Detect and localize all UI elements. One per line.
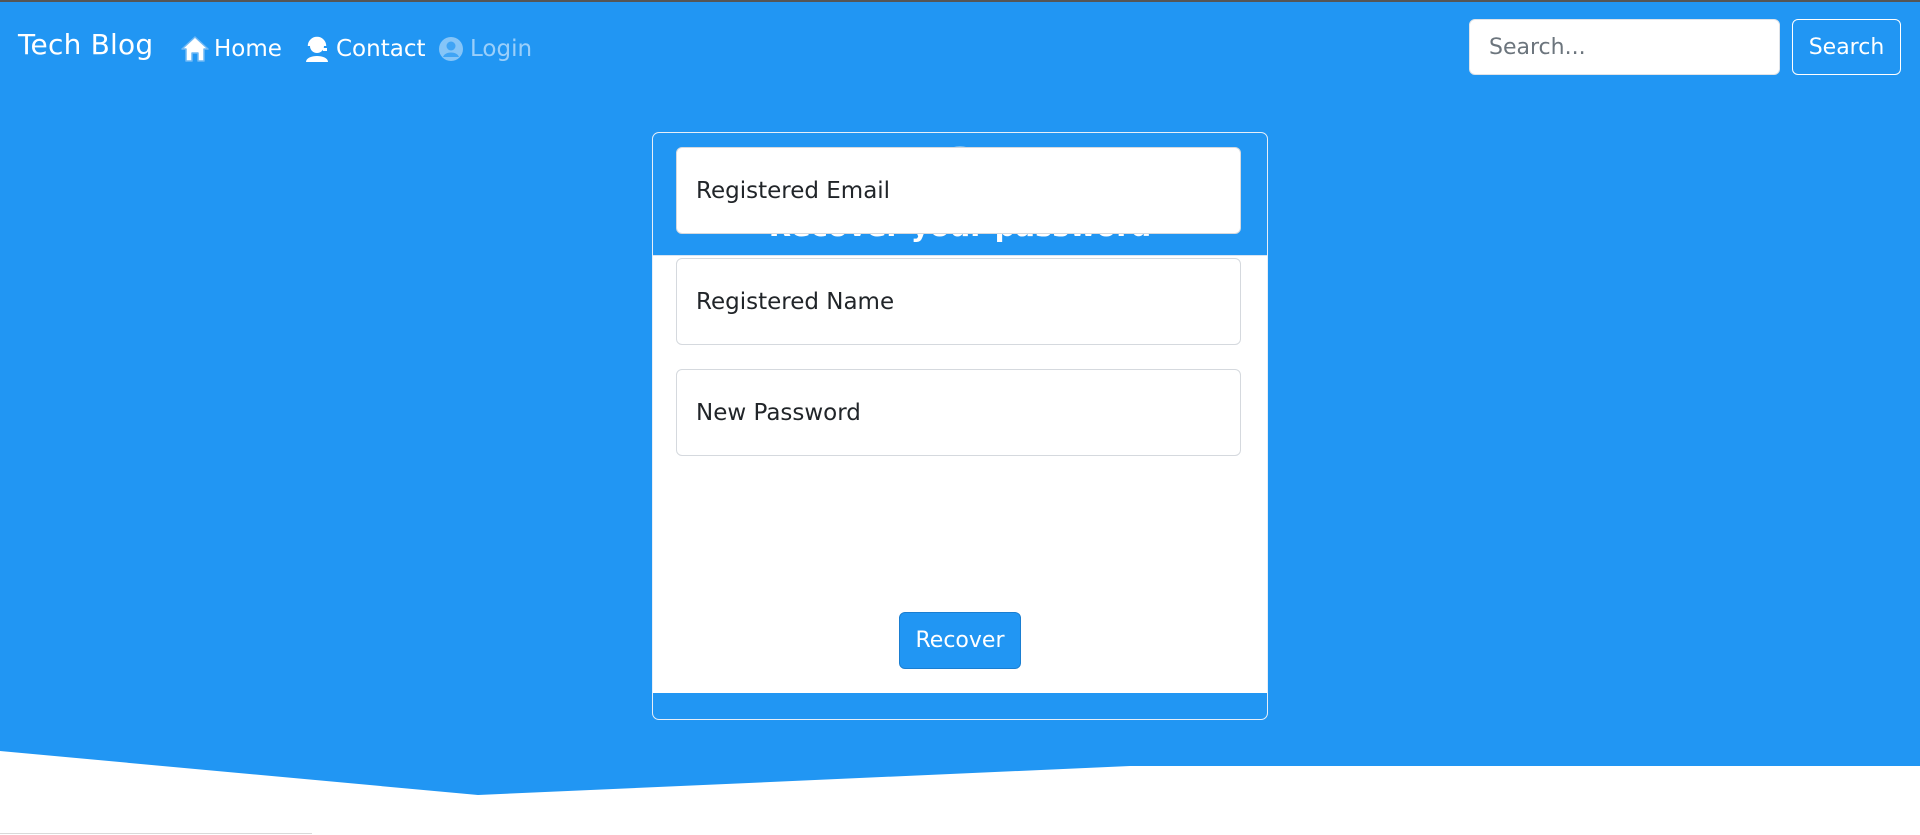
divider-line — [0, 833, 312, 834]
nav-home-label: Home — [214, 36, 282, 62]
search-input[interactable] — [1469, 19, 1780, 75]
recover-button[interactable]: Recover — [899, 612, 1021, 669]
new-password-field[interactable] — [676, 369, 1241, 456]
registered-email-field[interactable] — [676, 147, 1241, 234]
search-button[interactable]: Search — [1792, 19, 1901, 75]
nav-contact-link[interactable]: Contact — [302, 34, 425, 64]
brand-logo[interactable]: Tech Blog — [18, 28, 153, 61]
card-footer — [653, 693, 1267, 719]
nav-home-link[interactable]: Home — [180, 34, 282, 64]
nav-contact-label: Contact — [336, 36, 426, 62]
nav-login-link[interactable]: Login — [436, 34, 532, 64]
contact-support-icon — [302, 34, 332, 64]
home-icon — [180, 34, 210, 64]
registered-name-field[interactable] — [676, 258, 1241, 345]
nav-login-label: Login — [470, 36, 533, 62]
user-circle-icon — [436, 34, 466, 64]
navbar: Tech Blog Home Contact Login Search... S… — [0, 2, 1920, 90]
